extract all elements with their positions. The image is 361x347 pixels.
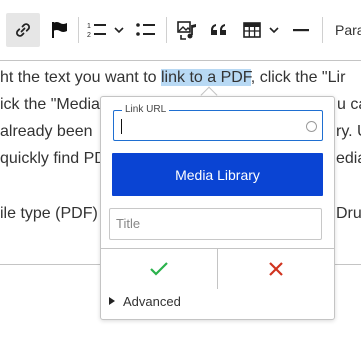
chevron-down-icon — [269, 27, 279, 34]
media-icon — [177, 21, 196, 40]
flag-icon — [52, 22, 67, 38]
checkmark-icon — [150, 262, 168, 276]
link-button[interactable] — [6, 13, 40, 47]
text-caret — [121, 119, 122, 134]
insert-table-button[interactable] — [238, 13, 266, 47]
text-line: edia — [336, 150, 361, 167]
link-url-label: Link URL — [122, 104, 170, 116]
table-icon — [243, 22, 261, 38]
text-line: already been — [0, 123, 93, 140]
text-line: ry. U — [336, 123, 361, 140]
link-icon — [16, 23, 30, 37]
bulleted-list-icon — [136, 23, 155, 36]
table-dropdown[interactable] — [266, 13, 282, 47]
link-url-field[interactable]: Link URL — [113, 104, 323, 141]
link-form-balloon: Link URL Media Library Title Advanced — [100, 96, 335, 320]
horizontal-line-button[interactable] — [287, 13, 315, 47]
numbered-list-dropdown[interactable] — [110, 13, 128, 47]
advanced-label: Advanced — [123, 293, 181, 309]
paragraph-format-dropdown[interactable]: Para — [322, 17, 361, 43]
svg-text:1: 1 — [87, 23, 91, 30]
status-circle-icon — [306, 121, 317, 132]
text-line: ick the "Media — [0, 96, 100, 113]
caret-right-icon — [109, 297, 115, 305]
anchor-button[interactable] — [42, 13, 76, 47]
numbered-list-icon: 1 2 — [87, 23, 106, 39]
insert-media-button[interactable] — [172, 13, 202, 47]
title-input[interactable]: Title — [109, 208, 322, 240]
svg-text:2: 2 — [87, 32, 91, 39]
toolbar-separator — [78, 17, 79, 43]
blockquote-button[interactable] — [205, 13, 233, 47]
editor-toolbar: 1 2 Para — [0, 0, 361, 61]
advanced-toggle[interactable]: Advanced — [109, 290, 181, 312]
chevron-down-icon — [114, 27, 124, 34]
horizontal-line-icon — [293, 29, 309, 32]
close-icon — [269, 262, 283, 276]
text-line: ht the text you want to link to a PDF, c… — [0, 69, 346, 86]
numbered-list-button[interactable]: 1 2 — [84, 13, 110, 47]
save-link-button[interactable] — [101, 249, 217, 289]
text-line: u ca — [337, 96, 361, 113]
cancel-link-button[interactable] — [218, 249, 334, 289]
text-line: Drup — [336, 205, 361, 222]
toolbar-separator — [166, 17, 167, 43]
text-line: quickly find PD — [0, 150, 106, 167]
media-library-button[interactable]: Media Library — [112, 153, 323, 196]
selected-text: link to a PDF — [160, 69, 251, 86]
text-line: ile type (PDF) — [0, 205, 98, 222]
bulleted-list-button[interactable] — [132, 13, 160, 47]
blockquote-icon — [211, 24, 226, 35]
